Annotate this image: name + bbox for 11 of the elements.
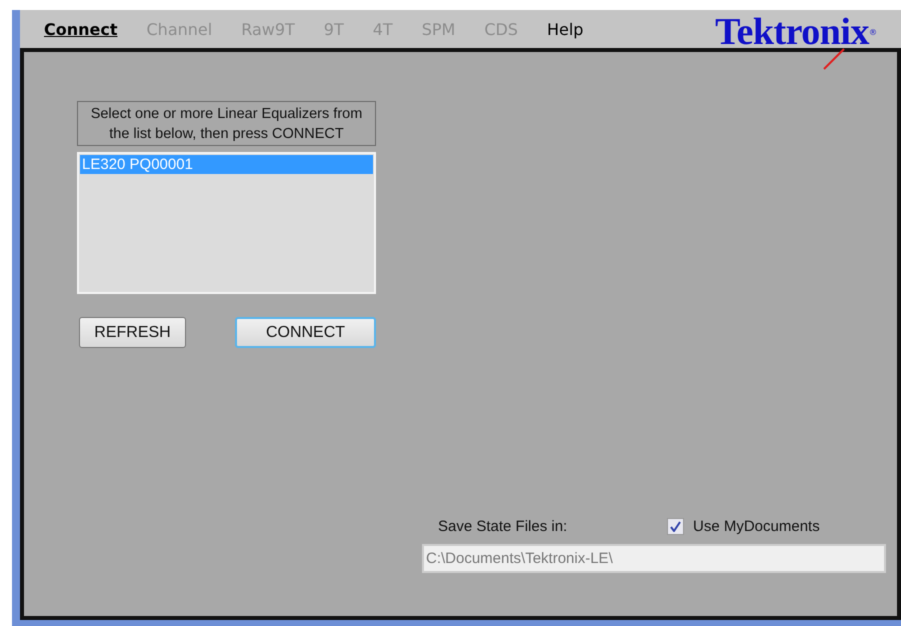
connect-button[interactable]: CONNECT bbox=[235, 317, 376, 348]
save-label: Save State Files in: bbox=[438, 518, 568, 534]
checkbox-label: Use MyDocuments bbox=[693, 518, 820, 534]
refresh-button[interactable]: REFRESH bbox=[79, 317, 186, 348]
path-field[interactable]: C:\Documents\Tektronix-LE\ bbox=[422, 544, 886, 573]
instructions-text: Select one or more Linear Equalizers from the list below, then press CONNECT bbox=[77, 101, 376, 146]
device-list[interactable]: LE320 PQ00001 bbox=[77, 152, 376, 294]
device-item[interactable]: LE320 PQ00001 bbox=[80, 155, 373, 174]
logo: Tektronix® bbox=[715, 12, 877, 52]
menu-item[interactable]: Help bbox=[546, 20, 584, 38]
menu-item[interactable]: Connect bbox=[44, 20, 118, 38]
